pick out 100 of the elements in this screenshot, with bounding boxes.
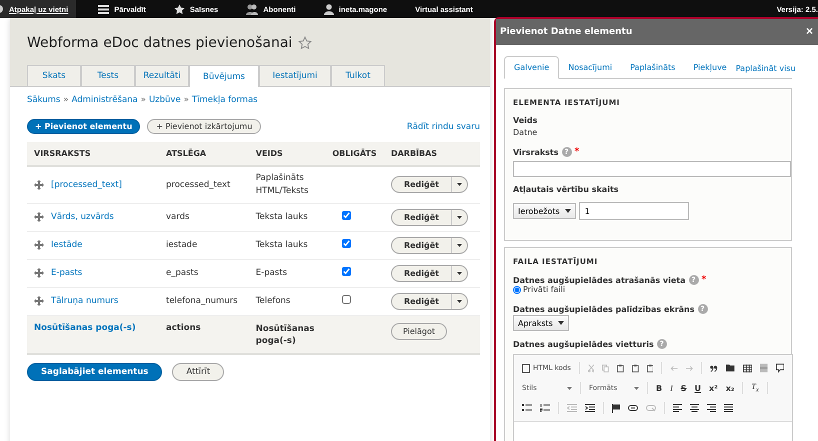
align-center-icon[interactable] (690, 404, 699, 412)
element-title-link[interactable]: Tālruņa numurs (51, 296, 118, 306)
tab[interactable]: Tests (81, 65, 135, 86)
edit-button[interactable]: Rediģēt (392, 177, 451, 192)
element-title-link[interactable]: [processed_text] (51, 180, 122, 190)
remove-format-button[interactable]: T$_{x}$ (751, 382, 759, 394)
breadcrumb-separator: » (63, 95, 69, 105)
link-icon[interactable] (628, 405, 638, 411)
quote-icon[interactable] (710, 364, 718, 372)
format-button[interactable]: S (680, 384, 687, 392)
align-right-icon[interactable] (707, 404, 716, 412)
column-header: DARBĪBAS (390, 149, 438, 158)
field-label: Datnes augšupielādes atrašanās vieta (513, 276, 686, 284)
element-title-link[interactable]: Iestāde (51, 240, 82, 250)
customize-button[interactable]: Pielāgot (390, 322, 447, 340)
indent-icon[interactable] (585, 404, 595, 412)
clipboard-icon[interactable] (632, 364, 639, 372)
breadcrumb-link[interactable]: Sākums (27, 95, 60, 105)
star-icon (174, 4, 185, 14)
help-display-select[interactable]: Apraksts (513, 315, 569, 331)
field-label: Datnes augšupielādes vietturis (513, 340, 654, 348)
format-button[interactable]: B (656, 384, 662, 392)
element-title-link[interactable]: E-pasts (51, 268, 82, 278)
add-layout-button[interactable]: + Pievienot izkārtojumu (147, 119, 262, 134)
reset-button[interactable]: Attīrīt (172, 363, 224, 381)
table-cell: e_pasts (166, 268, 198, 278)
required-checkbox[interactable] (342, 239, 352, 248)
drag-handle-icon[interactable] (34, 212, 44, 222)
format-button[interactable]: I (670, 384, 673, 392)
element-title-link[interactable]: Vārds, uzvārds (51, 212, 114, 222)
breadcrumb-link[interactable]: Administrēšana (72, 95, 138, 105)
field-value: Datne (513, 128, 538, 137)
drag-handle-icon[interactable] (34, 240, 44, 250)
format-button[interactable]: x₂ (726, 384, 734, 392)
required-checkbox[interactable] (342, 267, 352, 276)
clipboard-icon[interactable] (617, 364, 624, 372)
save-button[interactable]: Saglabājiet elementus (27, 363, 162, 381)
required-checkbox[interactable] (342, 295, 352, 304)
radio-button[interactable] (513, 286, 521, 294)
document-icon (522, 364, 530, 372)
align-left-icon[interactable] (673, 404, 682, 412)
drag-handle-icon[interactable] (34, 268, 44, 278)
tab[interactable]: Iestatījumi (259, 65, 331, 86)
field-label: Datnes augšupielādes palīdzības ekrāns (513, 304, 694, 314)
required-marker: * (702, 275, 706, 285)
tab[interactable]: Skats (27, 65, 81, 86)
people-icon (246, 4, 258, 14)
tab[interactable]: Rezultāti (135, 65, 189, 86)
add-element-button[interactable]: + Pievienot elementu (27, 119, 140, 134)
page-title: Webforma eDoc datnes pievienošanai (27, 35, 292, 51)
field-label: Atļautais vērtību skaits (513, 185, 619, 194)
expand-all-link[interactable]: Paplašināt visu (736, 64, 796, 78)
drag-handle-icon[interactable] (34, 180, 44, 190)
tab[interactable]: Tulkot (331, 65, 385, 86)
folder-icon[interactable] (726, 364, 735, 372)
tab[interactable]: Galvenie (504, 56, 560, 79)
edit-button[interactable]: Rediģēt (392, 294, 451, 308)
tab[interactable]: Piekļuve (684, 57, 736, 78)
clipboard-icon[interactable] (646, 364, 654, 372)
edit-button[interactable]: Rediģēt (392, 266, 451, 280)
horizontal-line-icon[interactable] (760, 363, 768, 373)
edit-button[interactable]: Rediģēt (392, 238, 451, 252)
table-cell: telefona_numurs (166, 296, 238, 306)
edit-button[interactable]: Rediģēt (392, 210, 451, 224)
close-button[interactable]: × (806, 24, 814, 38)
caret-icon (456, 216, 462, 218)
tab[interactable]: Paplašināts (621, 57, 684, 78)
field-label: Virsraksts (513, 148, 559, 156)
format-button[interactable]: x² (709, 384, 718, 392)
table-cell: vards (166, 212, 190, 222)
drag-handle-icon[interactable] (34, 296, 44, 306)
show-weights-link[interactable]: Rādīt rindu svaru (406, 122, 480, 132)
required-marker: * (574, 147, 580, 157)
table-icon[interactable] (742, 364, 752, 372)
tab[interactable]: Nosacījumi (559, 57, 622, 78)
caret-icon (456, 244, 462, 246)
menu-icon (98, 4, 110, 14)
caret-icon (456, 183, 462, 186)
star-icon[interactable] (298, 36, 312, 50)
table-cell-text: Teksta lauks (256, 238, 309, 252)
format-button[interactable]: U (694, 384, 702, 392)
breadcrumb-link[interactable]: Uzbūve (148, 95, 181, 105)
breadcrumb-link[interactable]: Tīmekļa formas (192, 95, 258, 105)
table-cell-text: Teksta lauks (256, 210, 309, 224)
count-input-field[interactable]: 1 (578, 202, 689, 220)
tab[interactable]: Būvējums (189, 65, 259, 87)
dialog-title: Pievienot Datne elementu (500, 27, 632, 37)
required-checkbox[interactable] (342, 211, 352, 220)
element-title-link[interactable]: Nosūtīšanas poga(-s) (34, 322, 136, 332)
limit-select[interactable]: Ierobežots (513, 203, 576, 219)
column-header: ATSLĒGA (166, 149, 206, 158)
align-justify-icon[interactable] (724, 404, 733, 412)
bulleted-list-icon[interactable] (522, 404, 532, 412)
flag-icon[interactable] (612, 404, 620, 412)
table-cell-text: E-pasts (256, 266, 288, 280)
title-input-field[interactable] (513, 161, 791, 177)
table-cell: processed_text (166, 180, 230, 190)
column-header: OBLIGĀTS (332, 149, 377, 158)
numbered-list-icon[interactable] (540, 404, 550, 412)
comment-icon[interactable] (776, 363, 784, 373)
